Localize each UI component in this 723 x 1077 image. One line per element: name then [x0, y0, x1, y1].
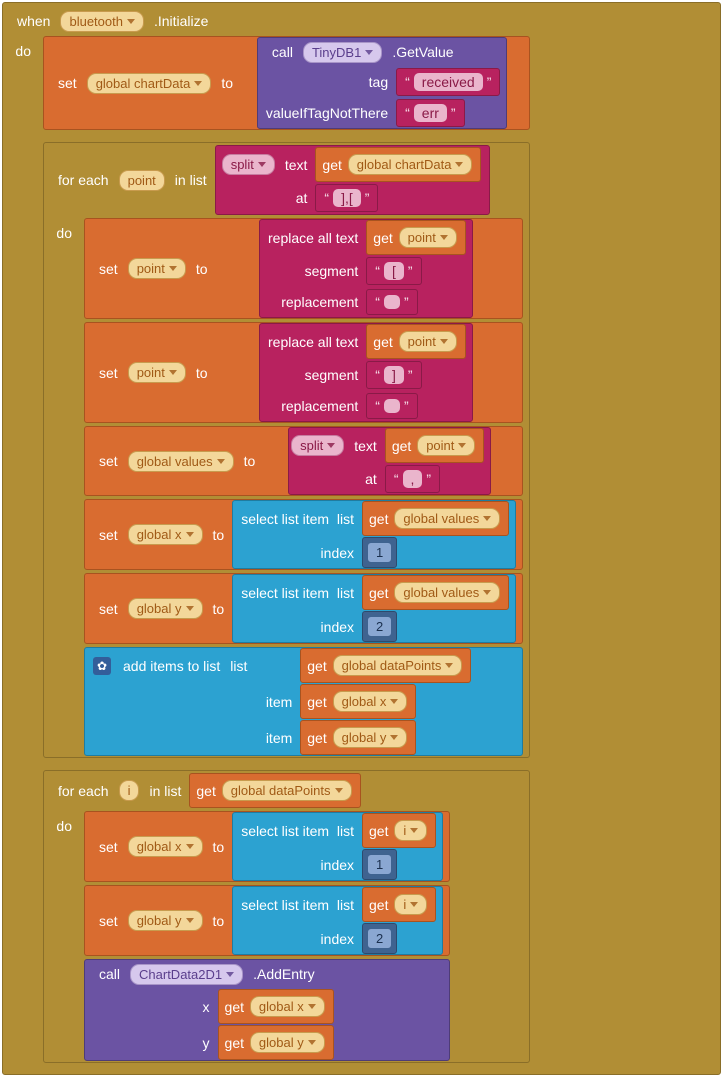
- foreach-point-block[interactable]: for each point in list split text get: [43, 142, 530, 758]
- var-point[interactable]: point: [119, 170, 165, 191]
- set-x-block-2[interactable]: set global x to select list item list ge…: [84, 811, 450, 882]
- string-err[interactable]: “err”: [396, 99, 464, 127]
- add-items-to-list-block[interactable]: ✿ add items to list list get global data…: [84, 647, 523, 756]
- set-y-block-1[interactable]: set global y to select list item list ge…: [84, 573, 523, 644]
- var-i[interactable]: i: [119, 780, 140, 801]
- replace-block-1[interactable]: replace all text get point segment “[” r…: [259, 219, 473, 318]
- do-label: do: [3, 35, 37, 1064]
- string-received[interactable]: “received”: [396, 68, 500, 96]
- call-tinydb-getvalue[interactable]: call TinyDB1 .GetValue tag “received”: [257, 37, 507, 129]
- select-list-item-1[interactable]: select list item list get global values …: [232, 500, 516, 569]
- event-label: .Initialize: [146, 7, 216, 35]
- get-datapoints[interactable]: get global dataPoints: [189, 773, 360, 808]
- index-1[interactable]: 1: [367, 542, 392, 563]
- set-point-replace-rbrack[interactable]: set point to replace all text get point: [84, 322, 523, 423]
- set-point-replace-lbrack[interactable]: set point to replace all text get point: [84, 218, 523, 319]
- gear-icon[interactable]: ✿: [93, 657, 111, 675]
- call-chartdata2d-addentry[interactable]: call ChartData2D1 .AddEntry x get global…: [84, 959, 450, 1061]
- replace-block-2[interactable]: replace all text get point segment “]” r…: [259, 323, 473, 422]
- set-values-block[interactable]: set global values to split: [84, 426, 523, 496]
- set-x-block-1[interactable]: set global x to select list item list ge…: [84, 499, 523, 570]
- foreach-i-block[interactable]: for each i in list get global dataPoints…: [43, 770, 530, 1063]
- select-list-item-2[interactable]: select list item list get global values …: [232, 574, 516, 643]
- split-block-1[interactable]: split text get global chartData at: [215, 145, 491, 215]
- split-block-2[interactable]: split text get point at “,”: [288, 427, 491, 495]
- chartdata2d-dropdown[interactable]: ChartData2D1: [130, 964, 243, 985]
- get-chartdata[interactable]: get global chartData: [315, 147, 481, 182]
- component-dropdown-bluetooth[interactable]: bluetooth: [60, 11, 144, 32]
- when-block[interactable]: when bluetooth .Initialize do set global…: [2, 2, 721, 1075]
- chevron-down-icon: [127, 19, 135, 24]
- index-2[interactable]: 2: [367, 616, 392, 637]
- set-chartdata-block[interactable]: set global chartData to call TinyDB1 .Ge…: [43, 36, 530, 130]
- tinydb-dropdown[interactable]: TinyDB1: [303, 42, 382, 63]
- set-y-block-2[interactable]: set global y to select list item list ge…: [84, 885, 450, 956]
- var-chartdata-dropdown[interactable]: global chartData: [87, 73, 212, 94]
- string-sep1[interactable]: “],[”: [315, 184, 378, 212]
- split-dropdown[interactable]: split: [222, 154, 275, 175]
- when-label: when: [9, 7, 58, 35]
